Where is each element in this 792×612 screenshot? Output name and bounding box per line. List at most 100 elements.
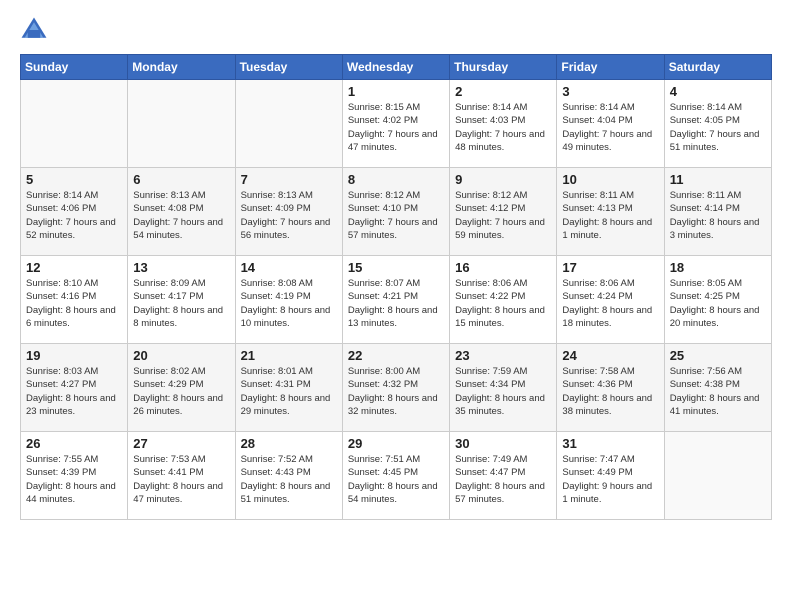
day-cell: 1Sunrise: 8:15 AM Sunset: 4:02 PM Daylig… (342, 80, 449, 168)
day-cell: 21 Sunrise: 8:01 AM Sunset: 4:31 PM Dayli… (235, 344, 342, 432)
day-info: Sunrise: 8:15 AM Sunset: 4:02 PM Dayligh… (348, 101, 444, 154)
week-row-3: 12 Sunrise: 8:10 AM Sunset: 4:16 PM Dayli… (21, 256, 772, 344)
day-number: 4 (670, 84, 766, 99)
day-info: Sunrise: 8:13 AM Sunset: 4:09 PM Dayligh… (241, 189, 337, 242)
day-info: Sunrise: 8:14 AM Sunset: 4:06 PM Dayligh… (26, 189, 122, 242)
day-info: Sunrise: 7:53 AM Sunset: 4:41 PM Dayligh… (133, 453, 229, 506)
day-number: 30 (455, 436, 551, 451)
day-info: Sunrise: 7:55 AM Sunset: 4:39 PM Dayligh… (26, 453, 122, 506)
day-info: Sunrise: 8:12 AM Sunset: 4:12 PM Dayligh… (455, 189, 551, 242)
day-number: 12 (26, 260, 122, 275)
day-number: 6 (133, 172, 229, 187)
day-info: Sunrise: 7:49 AM Sunset: 4:47 PM Dayligh… (455, 453, 551, 506)
day-cell: 25Sunrise: 7:56 AM Sunset: 4:38 PM Dayli… (664, 344, 771, 432)
day-info: Sunrise: 8:14 AM Sunset: 4:04 PM Dayligh… (562, 101, 658, 154)
week-row-1: 1Sunrise: 8:15 AM Sunset: 4:02 PM Daylig… (21, 80, 772, 168)
day-info: Sunrise: 8:07 AM Sunset: 4:21 PM Dayligh… (348, 277, 444, 330)
day-cell: 8 Sunrise: 8:12 AM Sunset: 4:10 PM Daylig… (342, 168, 449, 256)
weekday-header-tuesday: Tuesday (235, 55, 342, 80)
calendar: SundayMondayTuesdayWednesdayThursdayFrid… (20, 54, 772, 520)
day-info: Sunrise: 8:08 AM Sunset: 4:19 PM Dayligh… (241, 277, 337, 330)
day-cell (235, 80, 342, 168)
day-cell: 2Sunrise: 8:14 AM Sunset: 4:03 PM Daylig… (450, 80, 557, 168)
day-cell: 7 Sunrise: 8:13 AM Sunset: 4:09 PM Daylig… (235, 168, 342, 256)
day-cell: 28 Sunrise: 7:52 AM Sunset: 4:43 PM Dayli… (235, 432, 342, 520)
day-number: 5 (26, 172, 122, 187)
day-number: 22 (348, 348, 444, 363)
day-cell: 23 Sunrise: 7:59 AM Sunset: 4:34 PM Dayli… (450, 344, 557, 432)
day-cell: 30 Sunrise: 7:49 AM Sunset: 4:47 PM Dayli… (450, 432, 557, 520)
day-info: Sunrise: 7:52 AM Sunset: 4:43 PM Dayligh… (241, 453, 337, 506)
day-number: 10 (562, 172, 658, 187)
day-cell: 11 Sunrise: 8:11 AM Sunset: 4:14 PM Dayli… (664, 168, 771, 256)
day-number: 13 (133, 260, 229, 275)
day-cell (128, 80, 235, 168)
week-row-2: 5 Sunrise: 8:14 AM Sunset: 4:06 PM Daylig… (21, 168, 772, 256)
header (20, 16, 772, 44)
day-info: Sunrise: 8:09 AM Sunset: 4:17 PM Dayligh… (133, 277, 229, 330)
day-cell: 22 Sunrise: 8:00 AM Sunset: 4:32 PM Dayli… (342, 344, 449, 432)
week-row-4: 19 Sunrise: 8:03 AM Sunset: 4:27 PM Dayli… (21, 344, 772, 432)
day-number: 14 (241, 260, 337, 275)
day-cell: 27 Sunrise: 7:53 AM Sunset: 4:41 PM Dayli… (128, 432, 235, 520)
day-info: Sunrise: 7:47 AM Sunset: 4:49 PM Dayligh… (562, 453, 658, 506)
day-info: Sunrise: 8:11 AM Sunset: 4:13 PM Dayligh… (562, 189, 658, 242)
day-number: 19 (26, 348, 122, 363)
day-number: 31 (562, 436, 658, 451)
day-cell: 5 Sunrise: 8:14 AM Sunset: 4:06 PM Daylig… (21, 168, 128, 256)
day-info: Sunrise: 7:58 AM Sunset: 4:36 PM Dayligh… (562, 365, 658, 418)
day-number: 16 (455, 260, 551, 275)
day-info: Sunrise: 7:59 AM Sunset: 4:34 PM Dayligh… (455, 365, 551, 418)
day-number: 17 (562, 260, 658, 275)
day-cell: 14 Sunrise: 8:08 AM Sunset: 4:19 PM Dayli… (235, 256, 342, 344)
day-number: 25 (670, 348, 766, 363)
day-cell: 17 Sunrise: 8:06 AM Sunset: 4:24 PM Dayli… (557, 256, 664, 344)
day-cell: 13 Sunrise: 8:09 AM Sunset: 4:17 PM Dayli… (128, 256, 235, 344)
day-info: Sunrise: 8:05 AM Sunset: 4:25 PM Dayligh… (670, 277, 766, 330)
day-cell (664, 432, 771, 520)
day-number: 11 (670, 172, 766, 187)
day-cell: 18 Sunrise: 8:05 AM Sunset: 4:25 PM Dayli… (664, 256, 771, 344)
day-cell: 26Sunrise: 7:55 AM Sunset: 4:39 PM Dayli… (21, 432, 128, 520)
day-cell: 9 Sunrise: 8:12 AM Sunset: 4:12 PM Daylig… (450, 168, 557, 256)
day-number: 8 (348, 172, 444, 187)
weekday-header-wednesday: Wednesday (342, 55, 449, 80)
page: SundayMondayTuesdayWednesdayThursdayFrid… (0, 0, 792, 612)
day-cell: 12 Sunrise: 8:10 AM Sunset: 4:16 PM Dayli… (21, 256, 128, 344)
day-info: Sunrise: 8:00 AM Sunset: 4:32 PM Dayligh… (348, 365, 444, 418)
weekday-header-thursday: Thursday (450, 55, 557, 80)
day-number: 27 (133, 436, 229, 451)
day-info: Sunrise: 8:02 AM Sunset: 4:29 PM Dayligh… (133, 365, 229, 418)
day-info: Sunrise: 8:12 AM Sunset: 4:10 PM Dayligh… (348, 189, 444, 242)
day-info: Sunrise: 8:06 AM Sunset: 4:24 PM Dayligh… (562, 277, 658, 330)
day-number: 20 (133, 348, 229, 363)
day-number: 9 (455, 172, 551, 187)
day-number: 24 (562, 348, 658, 363)
day-number: 28 (241, 436, 337, 451)
weekday-header-sunday: Sunday (21, 55, 128, 80)
day-info: Sunrise: 8:11 AM Sunset: 4:14 PM Dayligh… (670, 189, 766, 242)
day-info: Sunrise: 8:14 AM Sunset: 4:05 PM Dayligh… (670, 101, 766, 154)
day-info: Sunrise: 8:14 AM Sunset: 4:03 PM Dayligh… (455, 101, 551, 154)
day-info: Sunrise: 8:06 AM Sunset: 4:22 PM Dayligh… (455, 277, 551, 330)
day-number: 23 (455, 348, 551, 363)
day-cell: 6Sunrise: 8:13 AM Sunset: 4:08 PM Daylig… (128, 168, 235, 256)
day-cell: 10 Sunrise: 8:11 AM Sunset: 4:13 PM Dayli… (557, 168, 664, 256)
day-cell: 3 Sunrise: 8:14 AM Sunset: 4:04 PM Daylig… (557, 80, 664, 168)
day-cell: 16 Sunrise: 8:06 AM Sunset: 4:22 PM Dayli… (450, 256, 557, 344)
day-info: Sunrise: 8:10 AM Sunset: 4:16 PM Dayligh… (26, 277, 122, 330)
day-cell: 24 Sunrise: 7:58 AM Sunset: 4:36 PM Dayli… (557, 344, 664, 432)
day-number: 15 (348, 260, 444, 275)
weekday-header-friday: Friday (557, 55, 664, 80)
weekday-header-saturday: Saturday (664, 55, 771, 80)
day-number: 7 (241, 172, 337, 187)
day-info: Sunrise: 8:01 AM Sunset: 4:31 PM Dayligh… (241, 365, 337, 418)
day-info: Sunrise: 7:51 AM Sunset: 4:45 PM Dayligh… (348, 453, 444, 506)
logo (20, 16, 52, 44)
day-number: 3 (562, 84, 658, 99)
day-cell: 31 Sunrise: 7:47 AM Sunset: 4:49 PM Dayli… (557, 432, 664, 520)
day-number: 18 (670, 260, 766, 275)
day-info: Sunrise: 8:03 AM Sunset: 4:27 PM Dayligh… (26, 365, 122, 418)
day-cell: 19 Sunrise: 8:03 AM Sunset: 4:27 PM Dayli… (21, 344, 128, 432)
day-number: 21 (241, 348, 337, 363)
